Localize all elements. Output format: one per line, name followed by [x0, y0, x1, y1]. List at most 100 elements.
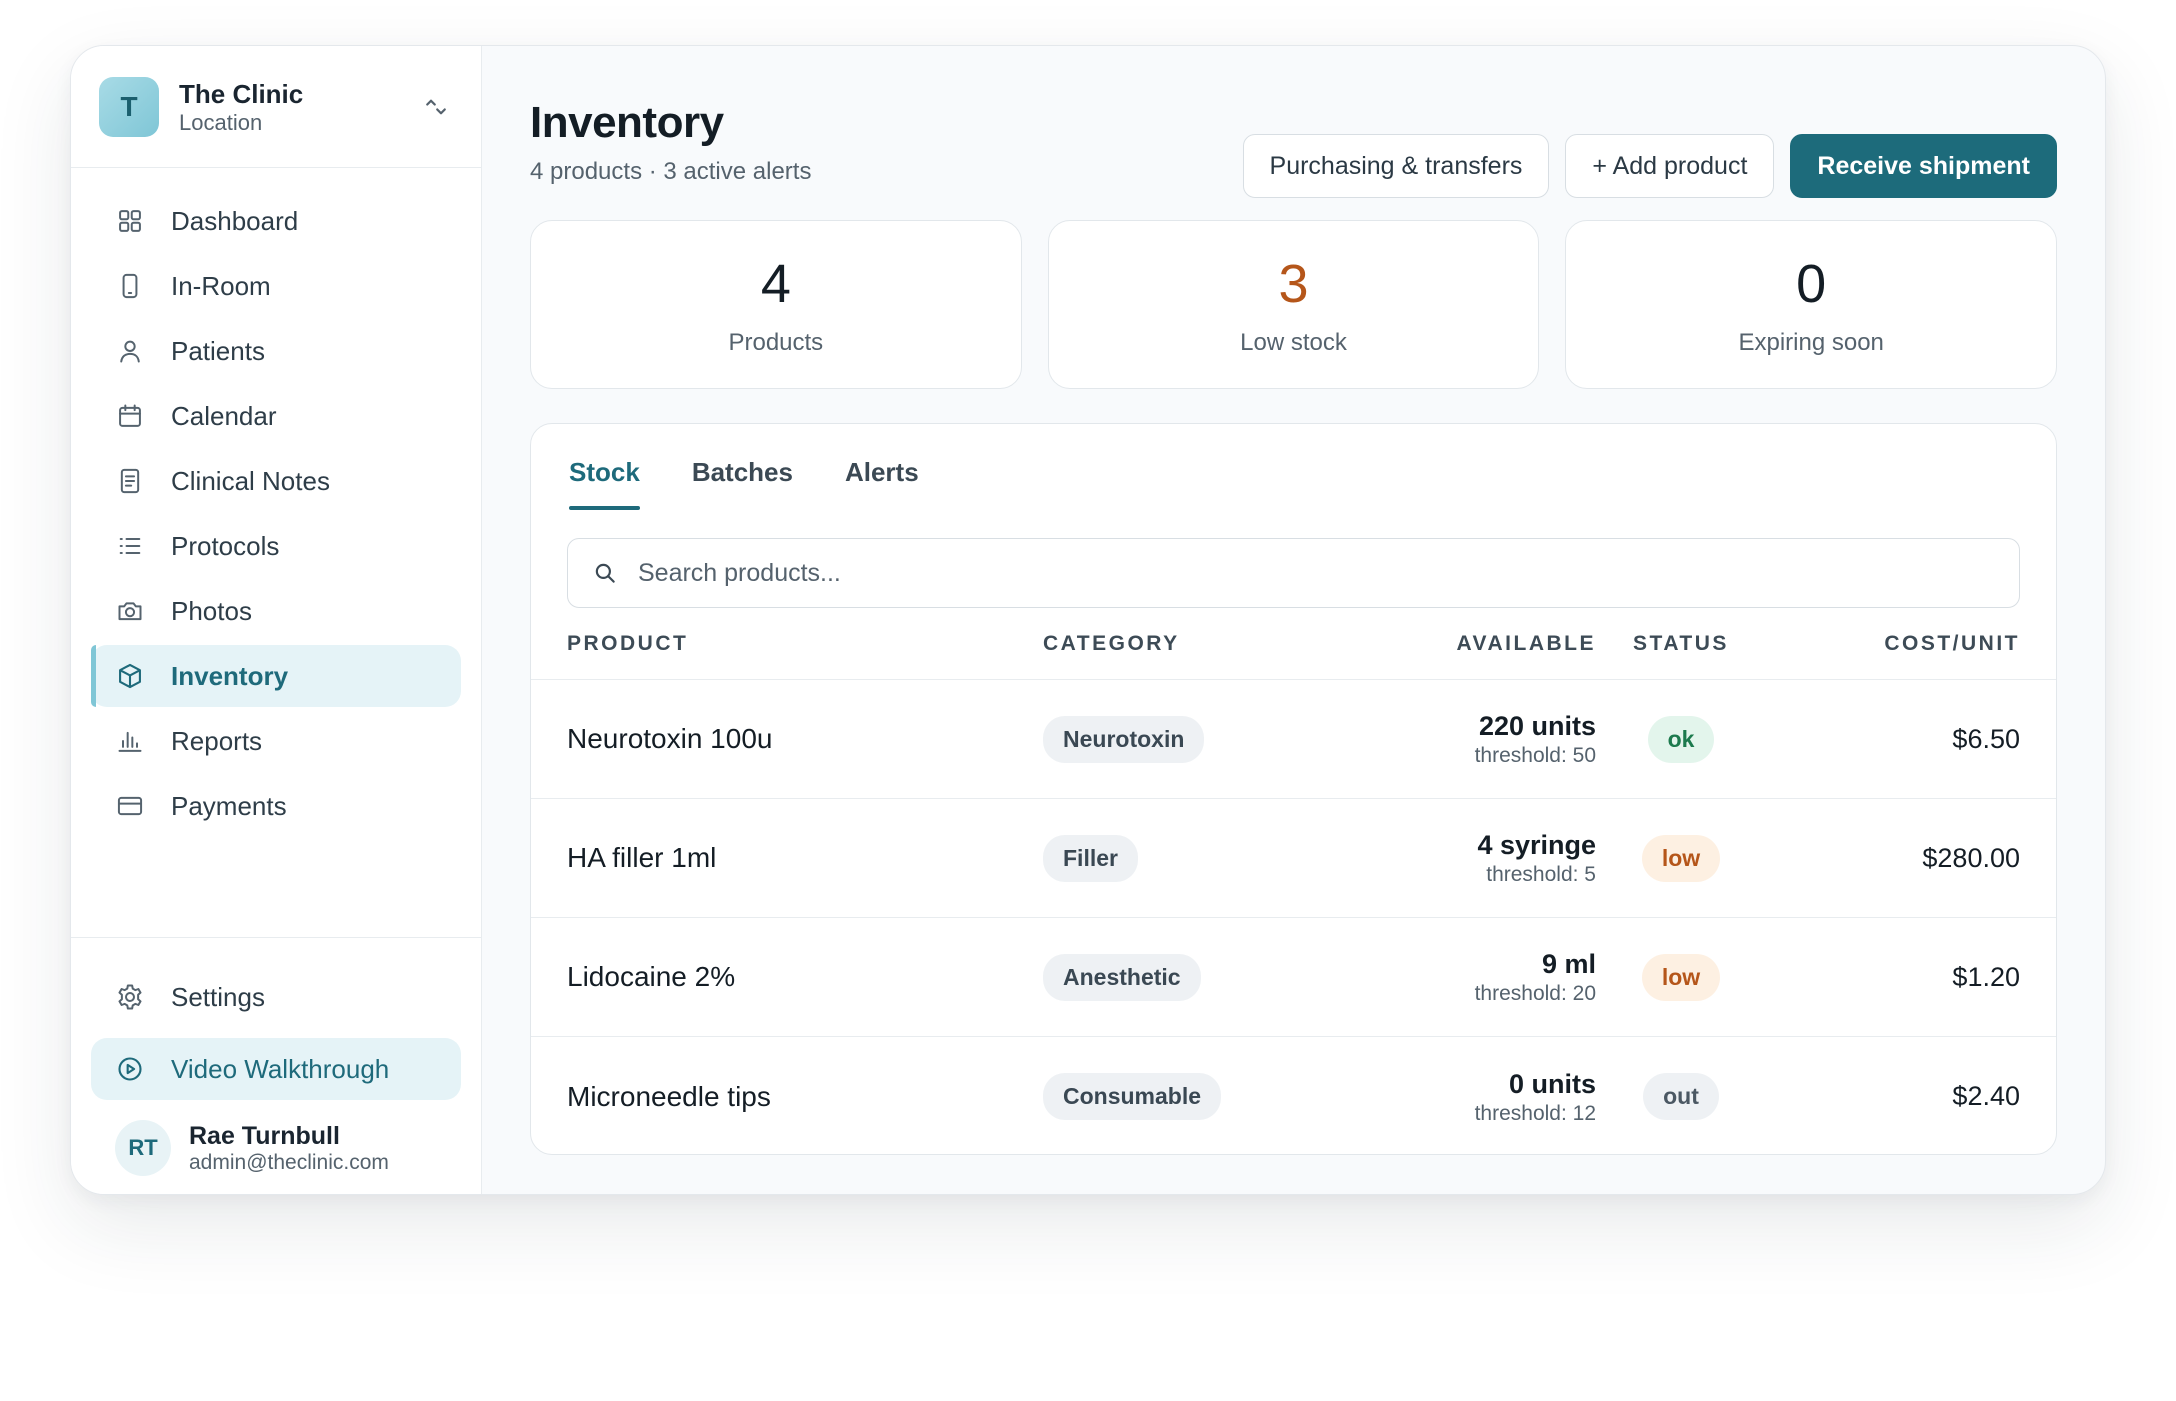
- cost-per-unit: $2.40: [1952, 1081, 2020, 1111]
- sidebar-item-label: Dashboard: [171, 205, 299, 236]
- sidebar-item-in-room[interactable]: In-Room: [91, 255, 461, 317]
- clinic-switcher[interactable]: T The Clinic Location: [71, 46, 481, 168]
- category-badge: Anesthetic: [1043, 953, 1201, 1001]
- receive-shipment-button[interactable]: Receive shipment: [1790, 134, 2057, 198]
- inventory-panel: Stock Batches Alerts PRODUCT CATEGORY AV…: [530, 423, 2057, 1155]
- box-icon: [115, 661, 145, 691]
- table-header: PRODUCT CATEGORY AVAILABLE STATUS COST/U…: [531, 608, 2056, 680]
- threshold-text: threshold: 50: [1474, 744, 1596, 767]
- page-title: Inventory: [530, 98, 724, 147]
- sidebar-item-inventory[interactable]: Inventory: [91, 645, 461, 707]
- column-header-available[interactable]: AVAILABLE: [1343, 632, 1596, 656]
- tab-stock[interactable]: Stock: [569, 457, 640, 510]
- sidebar-item-dashboard[interactable]: Dashboard: [91, 190, 461, 252]
- search-input[interactable]: [638, 558, 1995, 588]
- sidebar-item-payments[interactable]: Payments: [91, 775, 461, 837]
- video-walkthrough-button[interactable]: Video Walkthrough: [91, 1038, 461, 1100]
- sidebar-footer: Settings Video Walkthrough RT Rae Turnbu…: [71, 937, 481, 1194]
- sidebar-item-patients[interactable]: Patients: [91, 320, 461, 382]
- stat-card-expiring-soon: 0 Expiring soon: [1565, 220, 2058, 389]
- sidebar-item-label: Clinical Notes: [171, 465, 330, 496]
- status-badge: out: [1643, 1073, 1719, 1120]
- bar-chart-icon: [115, 726, 145, 756]
- tab-batches[interactable]: Batches: [692, 457, 793, 510]
- column-header-cost-unit[interactable]: COST/UNIT: [1756, 632, 2020, 656]
- stat-value: 4: [760, 253, 791, 314]
- sidebar-item-label: In-Room: [171, 270, 271, 301]
- sidebar: T The Clinic Location Dashboard In-Room …: [71, 46, 482, 1194]
- clinic-location: Location: [179, 109, 263, 135]
- clinic-name: The Clinic: [179, 78, 304, 109]
- stat-label: Products: [728, 328, 824, 356]
- available-cell: 0 units threshold: 12: [1343, 1067, 1596, 1127]
- table-row[interactable]: Neurotoxin 100u Neurotoxin 220 units thr…: [531, 680, 2056, 799]
- search-icon: [592, 559, 620, 587]
- document-icon: [115, 466, 145, 496]
- sidebar-item-label: Photos: [171, 595, 252, 626]
- product-name: HA filler 1ml: [567, 842, 717, 873]
- available-cell: 220 units threshold: 50: [1343, 709, 1596, 769]
- column-header-status[interactable]: STATUS: [1596, 632, 1756, 656]
- credit-card-icon: [115, 791, 145, 821]
- tab-alerts[interactable]: Alerts: [845, 457, 919, 510]
- user-name: Rae Turnbull: [189, 1122, 340, 1150]
- sidebar-item-protocols[interactable]: Protocols: [91, 515, 461, 577]
- list-icon: [115, 531, 145, 561]
- cost-per-unit: $280.00: [1922, 842, 2020, 873]
- sidebar-item-label: Inventory: [171, 660, 289, 691]
- stat-value: 3: [1278, 253, 1309, 314]
- header-actions: Purchasing & transfers + Add product Rec…: [1242, 134, 2057, 198]
- sidebar-item-photos[interactable]: Photos: [91, 580, 461, 642]
- available-quantity: 9 ml: [1541, 949, 1596, 979]
- sidebar-item-label: Payments: [171, 790, 287, 821]
- chevron-up-down-icon[interactable]: [419, 90, 453, 124]
- sidebar-nav: Dashboard In-Room Patients Calendar Clin…: [71, 168, 481, 837]
- sidebar-item-reports[interactable]: Reports: [91, 710, 461, 772]
- column-header-product[interactable]: PRODUCT: [567, 632, 1043, 656]
- available-quantity: 220 units: [1478, 711, 1596, 741]
- purchasing-transfers-button[interactable]: Purchasing & transfers: [1242, 134, 1550, 198]
- grid-icon: [115, 206, 145, 236]
- camera-icon: [115, 596, 145, 626]
- table-row[interactable]: Microneedle tips Consumable 0 units thre…: [531, 1037, 2056, 1154]
- user-profile[interactable]: RT Rae Turnbull admin@theclinic.com: [91, 1120, 461, 1176]
- sidebar-item-label: Patients: [171, 335, 265, 366]
- table-row[interactable]: HA filler 1ml Filler 4 syringe threshold…: [531, 799, 2056, 918]
- add-product-button[interactable]: + Add product: [1565, 134, 1775, 198]
- sidebar-item-settings[interactable]: Settings: [91, 966, 461, 1028]
- table-body: Neurotoxin 100u Neurotoxin 220 units thr…: [531, 680, 2056, 1154]
- user-icon: [115, 336, 145, 366]
- column-header-category[interactable]: CATEGORY: [1043, 632, 1343, 656]
- calendar-icon: [115, 401, 145, 431]
- tab-bar: Stock Batches Alerts: [531, 424, 2056, 510]
- sidebar-item-label: Calendar: [171, 400, 277, 431]
- play-circle-icon: [115, 1054, 145, 1084]
- status-badge: low: [1641, 953, 1721, 1001]
- table-row[interactable]: Lidocaine 2% Anesthetic 9 ml threshold: …: [531, 918, 2056, 1037]
- stats-row: 4 Products 3 Low stock 0 Expiring soon: [530, 220, 2058, 389]
- sidebar-item-clinical-notes[interactable]: Clinical Notes: [91, 450, 461, 512]
- page-subtitle: 4 products · 3 active alerts: [530, 158, 812, 185]
- stat-card-products: 4 Products: [530, 220, 1022, 389]
- available-quantity: 0 units: [1508, 1068, 1596, 1099]
- app-window: T The Clinic Location Dashboard In-Room …: [70, 45, 2106, 1195]
- category-badge: Consumable: [1043, 1073, 1222, 1120]
- threshold-text: threshold: 5: [1486, 863, 1596, 886]
- product-name: Microneedle tips: [567, 1080, 771, 1112]
- threshold-text: threshold: 12: [1474, 1101, 1596, 1125]
- category-badge: Filler: [1043, 834, 1138, 882]
- clinic-info: The Clinic Location: [179, 78, 419, 136]
- stat-card-low-stock: 3 Low stock: [1047, 220, 1540, 389]
- threshold-text: threshold: 20: [1474, 982, 1596, 1005]
- clinic-logo: T: [99, 76, 159, 137]
- sidebar-item-calendar[interactable]: Calendar: [91, 385, 461, 447]
- available-cell: 4 syringe threshold: 5: [1343, 828, 1596, 888]
- user-info: Rae Turnbull admin@theclinic.com: [189, 1121, 389, 1175]
- search-box[interactable]: [567, 538, 2020, 608]
- cost-per-unit: $1.20: [1952, 961, 2020, 992]
- user-email: admin@theclinic.com: [189, 1151, 389, 1174]
- product-name: Lidocaine 2%: [567, 961, 736, 992]
- settings-label: Settings: [171, 981, 265, 1012]
- title-block: Inventory 4 products · 3 active alerts: [530, 94, 811, 186]
- sidebar-item-label: Reports: [171, 725, 263, 756]
